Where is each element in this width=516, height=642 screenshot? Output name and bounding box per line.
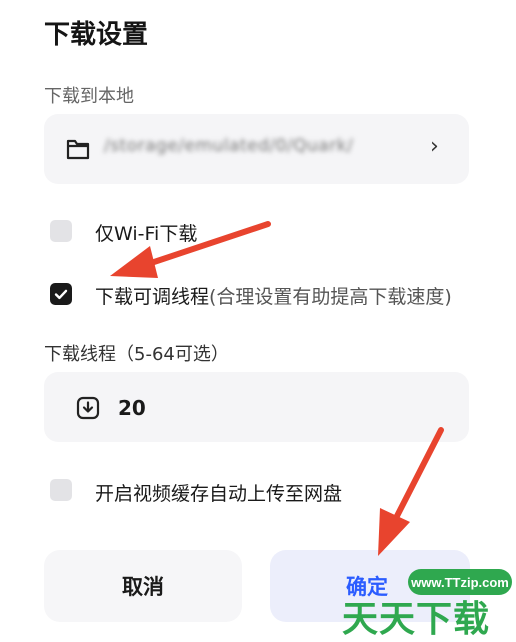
annotation-arrows [110,221,444,556]
watermark-brand: 天天下载 [342,599,491,640]
arrow-to-confirm-button-icon [378,427,444,556]
arrow-to-threads-option-icon [110,221,271,278]
